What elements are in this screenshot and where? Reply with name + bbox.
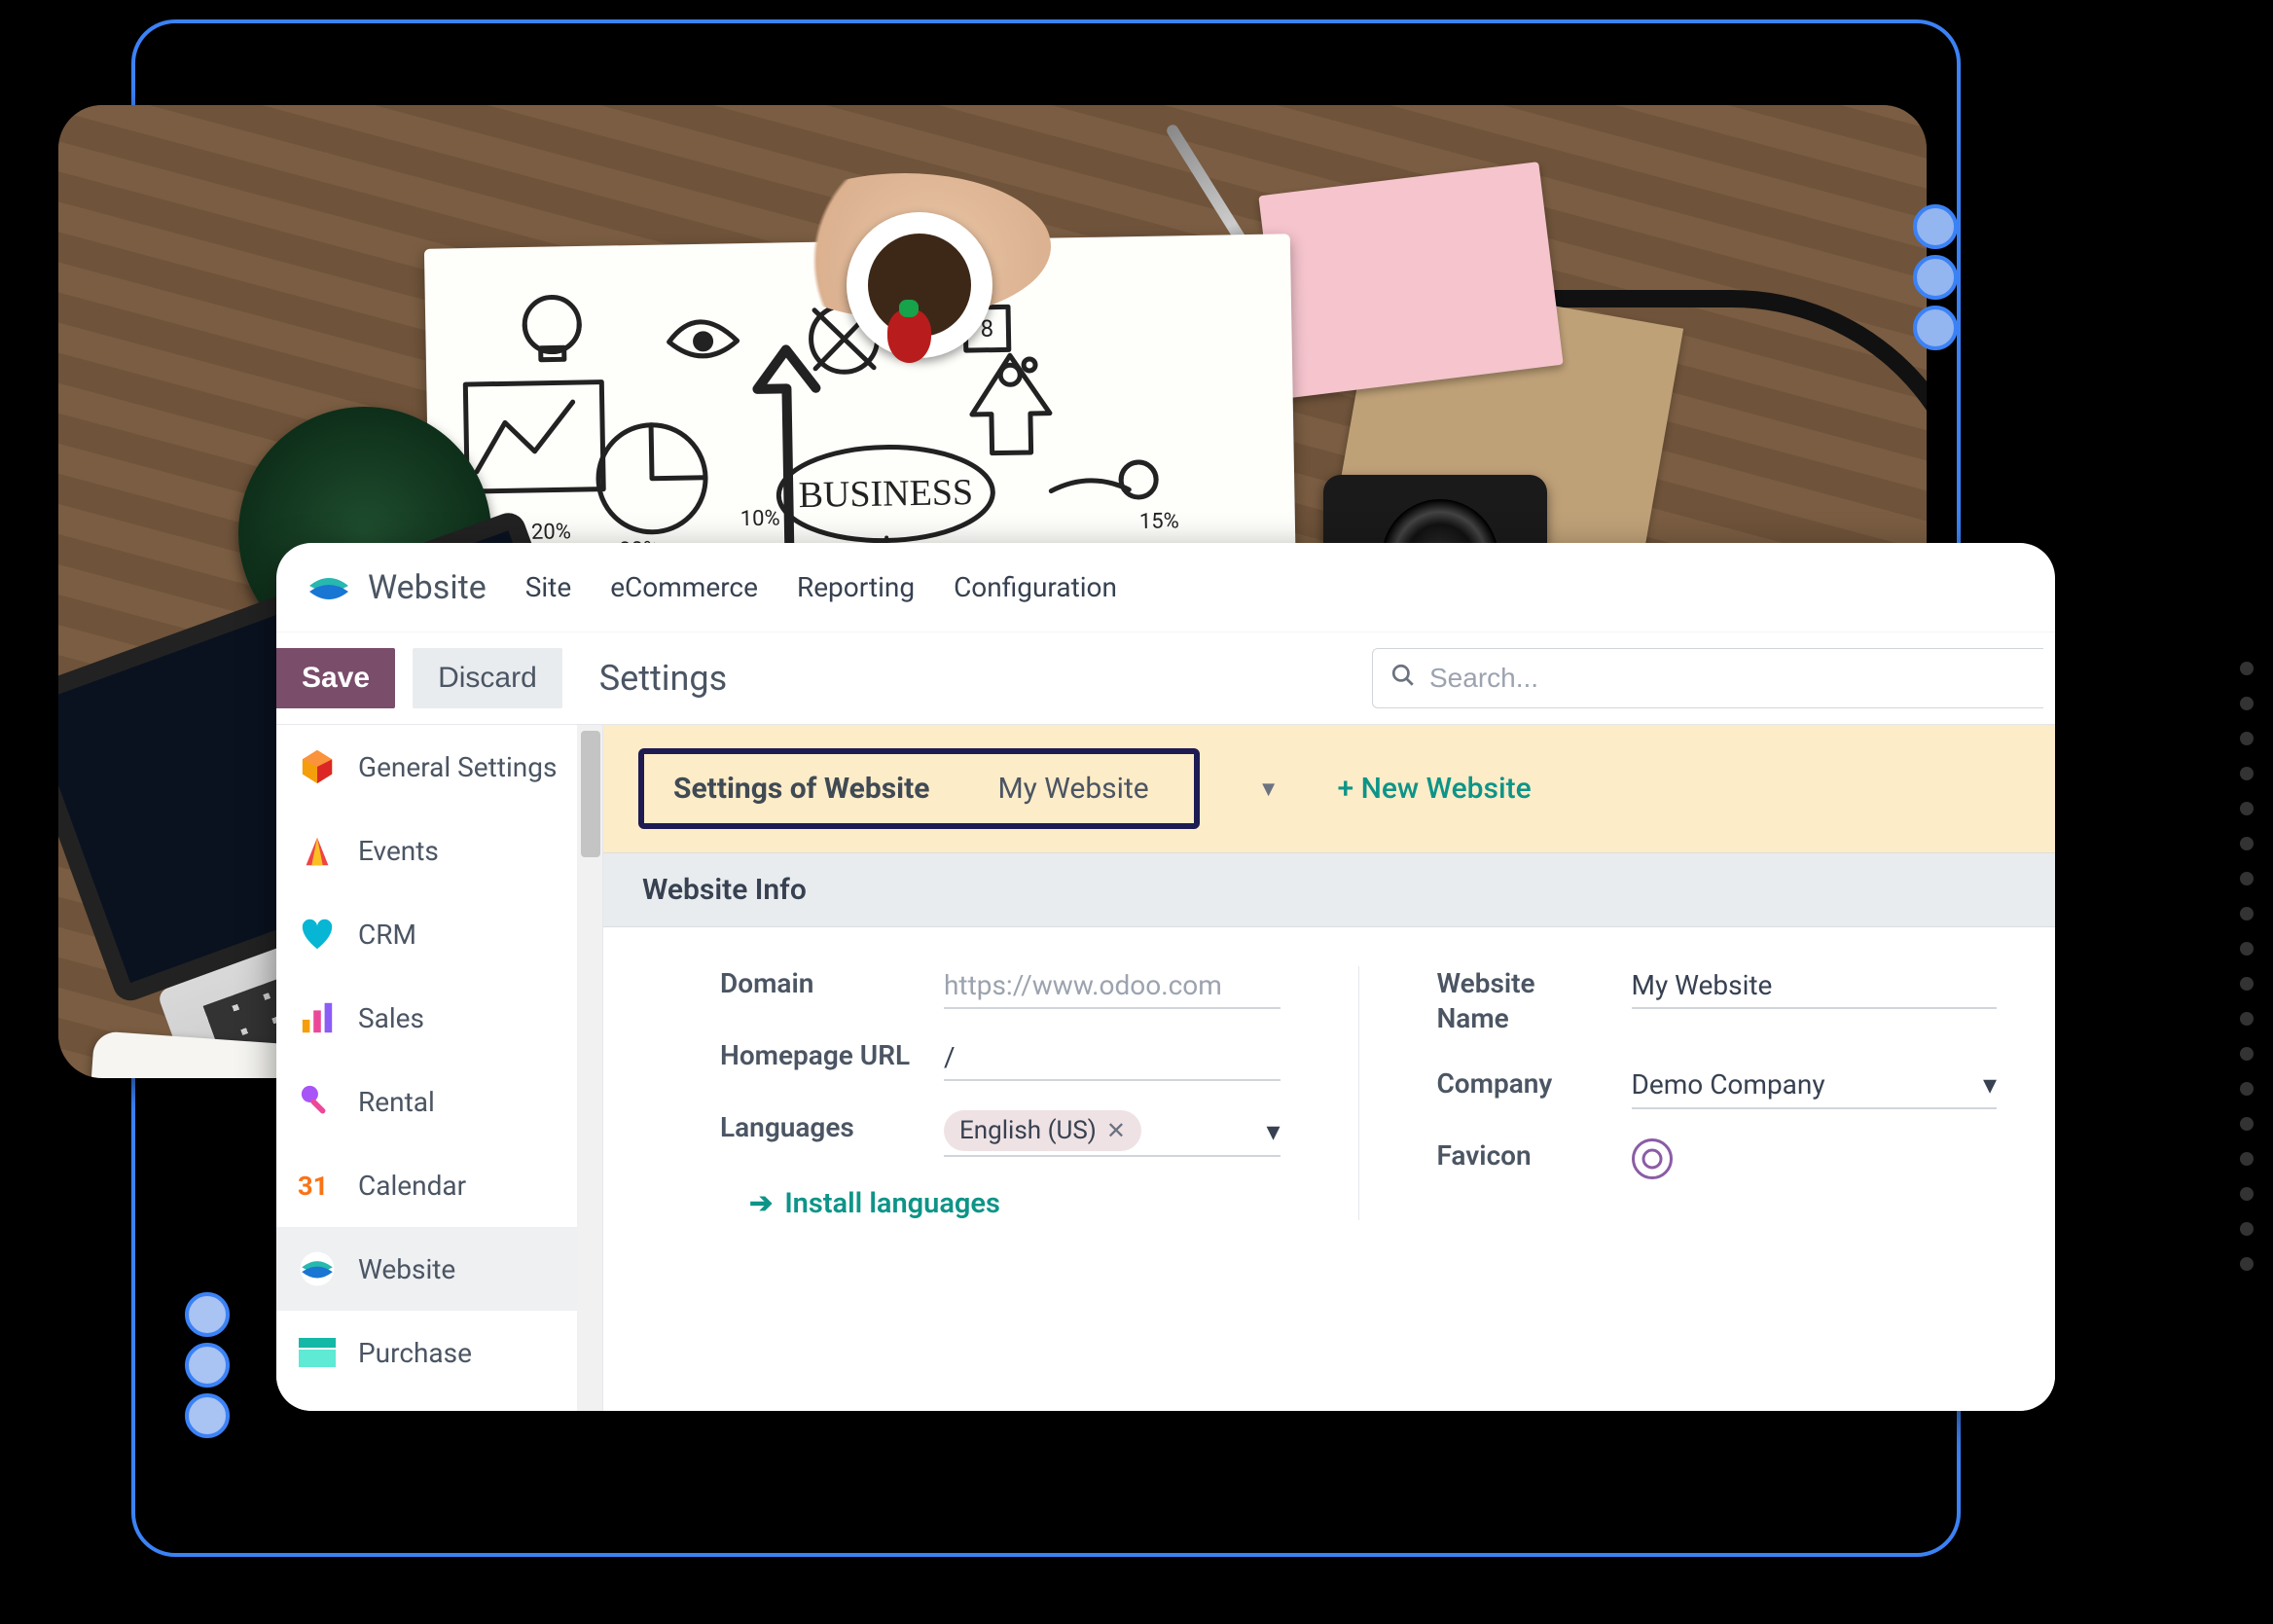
caret-down-icon[interactable]: ▾ <box>1983 1068 1997 1101</box>
favicon-label: Favicon <box>1437 1138 1603 1173</box>
top-menu: Site eCommerce Reporting Configuration <box>525 571 1117 603</box>
svg-text:15%: 15% <box>1139 509 1179 534</box>
decorative-dots <box>185 1292 230 1438</box>
field-company: Company Demo Company ▾ <box>1437 1066 1998 1109</box>
sidebar-item-purchase[interactable]: Purchase <box>276 1311 602 1394</box>
sidebar-item-label: Calendar <box>358 1170 466 1202</box>
search-input[interactable] <box>1429 663 2026 694</box>
language-tag[interactable]: English (US) ✕ <box>944 1110 1141 1151</box>
website-name-label: Website Name <box>1437 966 1603 1037</box>
sidebar-item-label: General Settings <box>358 751 557 783</box>
settings-content: Settings of Website My Website ▼ + New W… <box>603 725 2055 1411</box>
svg-text:10%: 10% <box>740 506 780 531</box>
sidebar-item-events[interactable]: Events <box>276 809 602 892</box>
sidebar-item-general[interactable]: General Settings <box>276 725 602 809</box>
website-name-input[interactable]: My Website <box>1632 966 1998 1009</box>
purchase-icon <box>298 1333 337 1372</box>
general-settings-icon <box>298 747 337 786</box>
remove-tag-icon[interactable]: ✕ <box>1106 1117 1126 1144</box>
form-right-column: Website Name My Website Company Demo Com… <box>1437 966 1998 1220</box>
sidebar-item-label: Sales <box>358 1002 424 1034</box>
company-select[interactable]: Demo Company ▾ <box>1632 1066 1998 1109</box>
menu-configuration[interactable]: Configuration <box>954 571 1117 603</box>
search-icon <box>1390 663 1416 695</box>
sales-icon <box>298 998 337 1037</box>
website-selector-band: Settings of Website My Website ▼ + New W… <box>603 725 2055 852</box>
rental-icon <box>298 1082 337 1121</box>
domain-input[interactable]: https://www.odoo.com <box>944 966 1281 1009</box>
calendar-icon: 31 <box>298 1166 337 1205</box>
sidebar-item-rental[interactable]: Rental <box>276 1060 602 1143</box>
sidebar-item-calendar[interactable]: 31 Calendar <box>276 1143 602 1227</box>
column-divider <box>1358 966 1359 1220</box>
app-brand[interactable]: Website <box>306 564 487 611</box>
sidebar-item-label: CRM <box>358 919 416 951</box>
website-app-icon <box>306 564 352 611</box>
sidebar-scrollbar[interactable] <box>577 725 602 1411</box>
decorative-fade-dots <box>2240 662 2254 1271</box>
search-box[interactable] <box>1372 648 2043 708</box>
website-icon <box>298 1249 337 1288</box>
install-languages-link[interactable]: ➔ Install languages <box>720 1186 1281 1220</box>
field-favicon: Favicon <box>1437 1138 1998 1179</box>
sidebar-item-label: Purchase <box>358 1337 472 1369</box>
svg-text:31: 31 <box>298 1171 328 1202</box>
sidebar-item-label: Website <box>358 1253 455 1285</box>
crm-icon <box>298 915 337 954</box>
settings-of-website-value: My Website <box>997 772 1148 806</box>
sidebar-item-website[interactable]: Website <box>276 1227 602 1311</box>
languages-label: Languages <box>720 1110 915 1145</box>
caret-down-icon[interactable]: ▾ <box>1266 1115 1280 1147</box>
field-languages: Languages English (US) ✕ ▾ <box>720 1110 1281 1157</box>
languages-input[interactable]: English (US) ✕ ▾ <box>944 1110 1281 1157</box>
sidebar-item-crm[interactable]: CRM <box>276 892 602 976</box>
favicon-preview[interactable] <box>1632 1138 1673 1179</box>
menu-reporting[interactable]: Reporting <box>797 571 915 603</box>
settings-sidebar: General Settings Events CRM Sales Rental… <box>276 725 603 1411</box>
arrow-right-icon: ➔ <box>749 1186 773 1220</box>
field-website-name: Website Name My Website <box>1437 966 1998 1037</box>
homepage-label: Homepage URL <box>720 1038 915 1073</box>
business-label: BUSINESS <box>798 472 973 516</box>
sidebar-item-label: Rental <box>358 1086 435 1118</box>
events-icon <box>298 831 337 870</box>
save-button[interactable]: Save <box>276 648 395 708</box>
homepage-input[interactable]: / <box>944 1038 1281 1081</box>
settings-of-website-box[interactable]: Settings of Website My Website <box>638 748 1200 829</box>
form-left-column: Domain https://www.odoo.com Homepage URL… <box>720 966 1281 1220</box>
app-window: Website Site eCommerce Reporting Configu… <box>276 543 2055 1411</box>
top-menu-bar: Website Site eCommerce Reporting Configu… <box>276 543 2055 632</box>
domain-label: Domain <box>720 966 915 1001</box>
menu-site[interactable]: Site <box>525 571 571 603</box>
sidebar-item-label: Events <box>358 835 439 867</box>
caret-down-icon[interactable]: ▼ <box>1258 776 1280 802</box>
settings-of-website-label: Settings of Website <box>673 772 929 806</box>
sidebar-item-sales[interactable]: Sales <box>276 976 602 1060</box>
page-title: Settings <box>599 658 727 699</box>
discard-button[interactable]: Discard <box>413 648 562 708</box>
decorative-dots <box>1913 204 1958 350</box>
field-homepage: Homepage URL / <box>720 1038 1281 1081</box>
app-name: Website <box>368 568 487 607</box>
field-domain: Domain https://www.odoo.com <box>720 966 1281 1009</box>
section-website-info: Website Info <box>603 852 2055 927</box>
action-bar: Save Discard Settings <box>276 632 2055 725</box>
menu-ecommerce[interactable]: eCommerce <box>610 571 758 603</box>
company-label: Company <box>1437 1066 1603 1101</box>
new-website-button[interactable]: + New Website <box>1337 772 1531 806</box>
